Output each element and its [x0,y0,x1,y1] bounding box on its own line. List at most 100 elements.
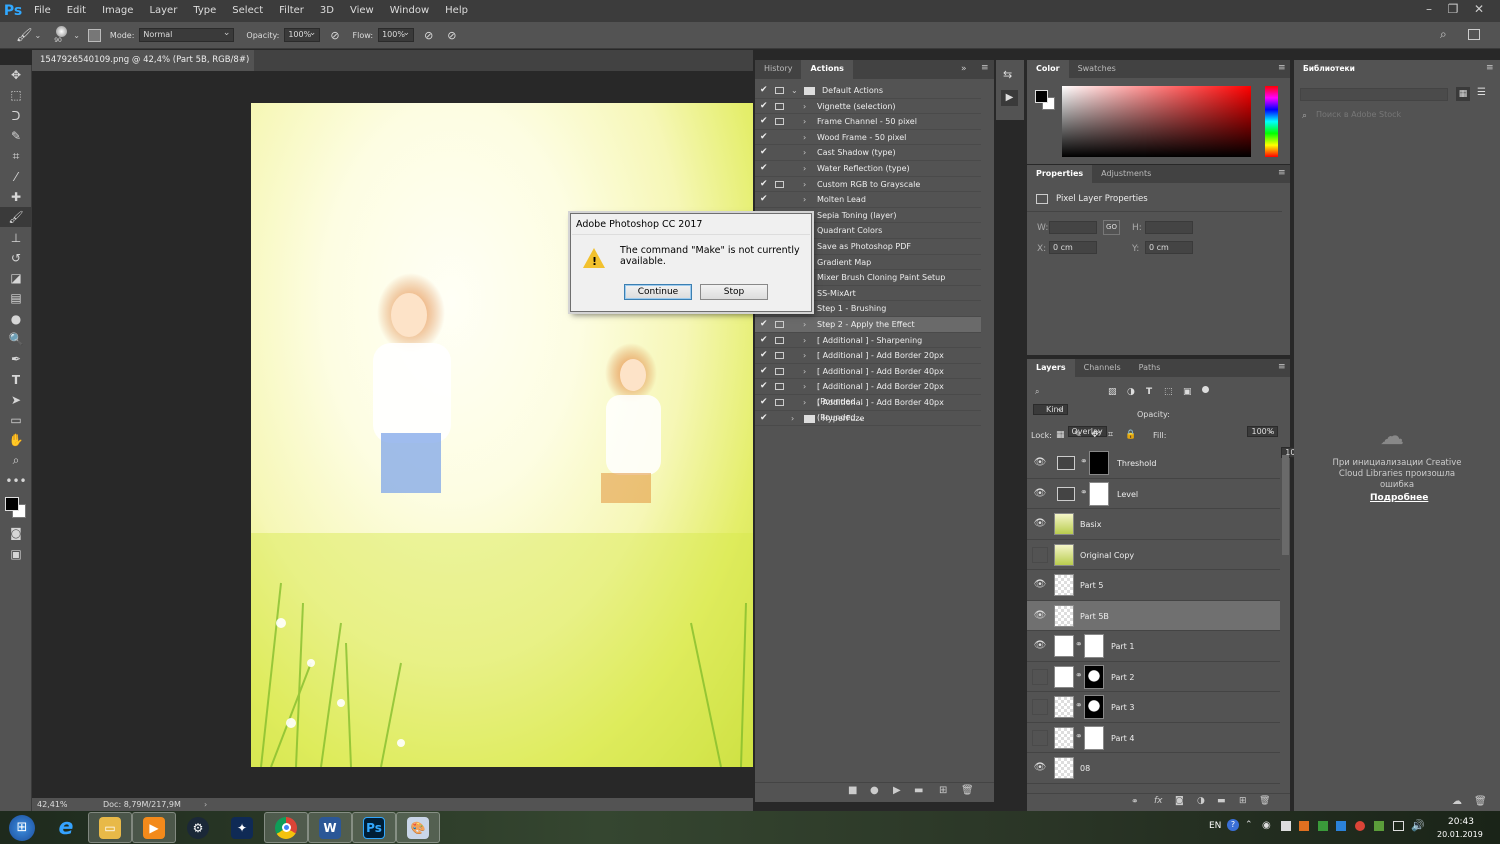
action-item[interactable]: ✔ › Cast Shadow (type) [755,145,981,161]
minimize-icon[interactable]: – [1416,0,1442,18]
tab-paths[interactable]: Paths [1130,359,1170,377]
menu-3d[interactable]: 3D [312,0,342,22]
chevron-right-icon[interactable]: › [803,348,806,363]
lock-all-icon[interactable]: 🔒 [1125,430,1136,440]
clock-time[interactable]: 20:43 [1448,817,1474,827]
tray-app-icon[interactable] [1374,821,1384,831]
mask-link-icon[interactable]: ⚭ [1075,640,1083,650]
tab-properties[interactable]: Properties [1027,165,1093,183]
trash-icon[interactable]: 🗑 [1474,796,1487,807]
check-icon[interactable]: ✔ [760,395,768,410]
layer-mask-thumbnail[interactable] [1084,664,1104,689]
tab-actions[interactable]: Actions [801,60,853,79]
action-item[interactable]: ✔ › Custom RGB to Grayscale [755,177,981,193]
check-icon[interactable]: ✔ [760,192,768,207]
chevron-right-icon[interactable]: › [803,333,806,348]
history-panel-icon[interactable]: ⇆ [1003,68,1012,81]
chevron-right-icon[interactable]: › [803,130,806,145]
tab-libraries[interactable]: Библиотеки [1294,60,1364,78]
visibility-eye-icon[interactable] [1032,546,1048,563]
action-item[interactable]: ✔ ›[ Additional ] - Add Border 40px (Roun… [755,395,981,422]
stop-button[interactable]: Stop [700,284,768,300]
chevron-right-icon[interactable]: › [803,317,806,332]
layer-row[interactable]: ⚭ Part 3 [1027,692,1280,723]
menu-select[interactable]: Select [224,0,271,22]
check-icon[interactable]: ✔ [760,333,768,348]
layer-row[interactable]: 👁 ⚭ Threshold [1027,448,1280,479]
opacity-input[interactable]: 100% [284,27,321,42]
layer-row[interactable]: 👁 Part 5B [1027,600,1280,631]
chevron-right-icon[interactable]: › [803,145,806,160]
new-group-icon[interactable]: ▬ [1217,796,1226,806]
layer-opacity-input[interactable]: 100% [1247,426,1279,437]
layer-mask-thumbnail[interactable] [1084,634,1104,658]
new-action-icon[interactable]: ⊞ [939,785,947,796]
brush-preset-picker[interactable]: 90 [54,24,69,46]
lock-transparent-icon[interactable]: ▦ [1056,430,1065,440]
taskbar-steam[interactable]: ⚙ [176,812,220,843]
menu-filter[interactable]: Filter [271,0,312,22]
document-tab[interactable]: 1547926540109.png @ 42,4% (Part 5B, RGB/… [32,50,254,86]
lock-image-icon[interactable]: ✎ [1074,430,1082,440]
layer-row[interactable]: 👁 Part 5 [1027,570,1280,601]
layer-mask-thumbnail[interactable] [1084,695,1104,719]
taskbar-media-player[interactable]: ▶ [132,812,176,843]
check-icon[interactable]: ✔ [760,99,768,114]
chevron-right-icon[interactable]: › [803,114,806,129]
width-input[interactable] [1049,221,1097,234]
airbrush-icon[interactable]: ⊘ [424,29,433,42]
cloud-sync-icon[interactable]: ☁ [1452,796,1462,807]
tray-app-icon[interactable] [1318,821,1328,831]
mode-select[interactable]: Normal [139,27,235,42]
visibility-eye-icon[interactable]: 👁 [1032,516,1048,532]
play-action-icon[interactable]: ▶ [1001,90,1018,106]
pen-tool-icon[interactable]: ✒ [0,349,32,369]
rectangle-tool-icon[interactable]: ▭ [0,410,32,430]
brush-tool-icon[interactable]: 🖌 [16,28,33,43]
panel-menu-icon[interactable]: ≡ [981,63,989,73]
tab-history[interactable]: History [755,60,801,79]
layer-mask-thumbnail[interactable] [1089,481,1109,506]
foreground-color-swatch[interactable] [5,497,19,512]
visibility-eye-icon[interactable]: 👁 [1032,760,1048,776]
chevron-right-icon[interactable]: › [803,99,806,114]
lock-artboard-icon[interactable]: ⌗ [1108,430,1113,440]
dialog-toggle-icon[interactable] [775,102,784,110]
check-icon[interactable]: ✔ [760,379,768,394]
check-icon[interactable]: ✔ [760,114,768,129]
foreground-color-swatch[interactable] [1035,90,1048,103]
start-button[interactable]: ⊞ [0,812,44,843]
quick-mask-icon[interactable]: ◙ [0,523,32,543]
layer-mask-thumbnail[interactable] [1084,725,1104,750]
dialog-toggle-icon[interactable] [775,118,784,126]
panel-menu-icon[interactable]: ≡ [1278,362,1286,372]
chevron-right-icon[interactable]: › [803,177,806,192]
record-icon[interactable]: ● [870,785,879,796]
new-set-icon[interactable]: ▬ [914,785,923,796]
visibility-eye-icon[interactable]: 👁 [1032,608,1048,624]
mask-link-icon[interactable]: ⚭ [1080,488,1088,498]
pressure-size-icon[interactable]: ⊘ [447,29,456,42]
trash-icon[interactable]: 🗑 [961,785,974,796]
action-item[interactable]: ✔ › Step 2 - Apply the Effect [755,317,981,333]
dialog-toggle-icon[interactable] [775,367,784,375]
dialog-toggle-icon[interactable] [775,399,784,406]
volume-icon[interactable]: 🔊 [1411,819,1425,832]
action-item[interactable]: ✔ › Frame Channel - 50 pixel [755,114,981,130]
x-input[interactable]: 0 cm [1049,241,1097,254]
check-icon[interactable]: ✔ [760,83,768,98]
action-item[interactable]: ✔ › Molten Lead [755,192,981,208]
clock-date[interactable]: 20.01.2019 [1437,830,1483,839]
dialog-toggle-icon[interactable] [775,87,784,94]
layer-mask-thumbnail[interactable] [1089,451,1109,475]
tab-layers[interactable]: Layers [1027,359,1075,377]
dialog-toggle-icon[interactable] [775,180,784,188]
visibility-eye-icon[interactable] [1032,668,1048,685]
type-tool-icon[interactable]: T [0,369,32,389]
dialog-toggle-icon[interactable] [775,321,784,328]
action-item[interactable]: ✔ › [ Additional ] - Sharpening [755,333,981,349]
close-window-icon[interactable]: ✕ [1466,0,1492,18]
continue-button[interactable]: Continue [624,284,692,300]
layer-row[interactable]: ⚭ Part 2 [1027,662,1280,692]
move-tool-icon[interactable]: ✥ [0,65,32,85]
